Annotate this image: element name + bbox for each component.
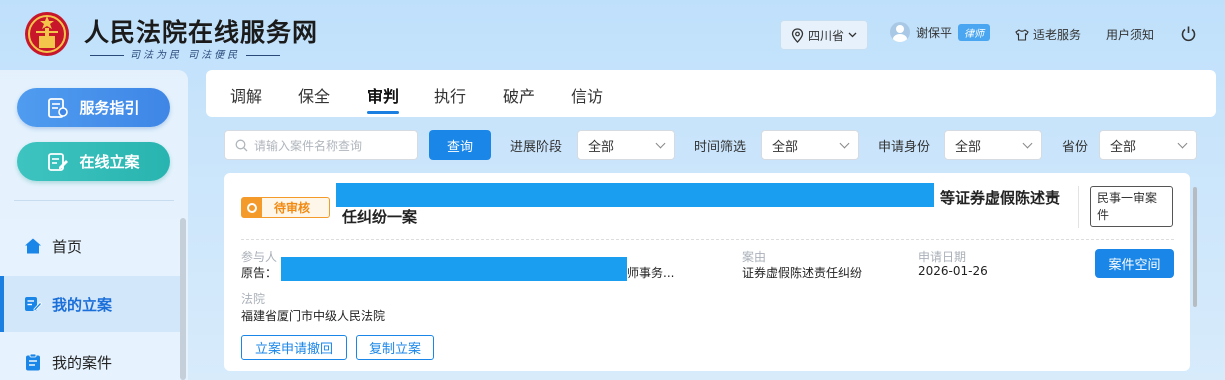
plaintiff-prefix: 原告：: [241, 266, 278, 280]
clipboard-icon: [26, 353, 40, 371]
sidebar-scrollbar[interactable]: [180, 218, 186, 380]
identity-filter-label: 申请身份: [878, 140, 931, 155]
case-space-button[interactable]: 案件空间: [1095, 249, 1174, 278]
edit-document-icon: [48, 152, 69, 171]
avatar: [890, 22, 910, 42]
date-value: 2026-01-26: [918, 264, 988, 278]
province-filter-select[interactable]: 全部: [1099, 130, 1197, 160]
redacted-plaintiff: [281, 257, 627, 281]
case-type-tag: 民事一审案件: [1090, 186, 1173, 227]
province-filter-label: 省份: [1062, 140, 1089, 155]
role-badge: 律师: [958, 23, 991, 41]
tab-trial[interactable]: 审判: [367, 83, 399, 107]
active-tab-indicator: [367, 111, 399, 114]
sidebar-item-home[interactable]: 首页: [0, 218, 180, 274]
sidebar: 服务指引 在线立案 首页 我的立案 我的案件: [0, 70, 188, 380]
online-filing-button[interactable]: 在线立案: [17, 142, 170, 181]
chevron-down-icon: [1177, 138, 1188, 149]
search-placeholder: 请输入案件名称查询: [254, 138, 363, 153]
sidebar-item-my-cases[interactable]: 我的案件: [0, 334, 180, 380]
withdraw-filing-button[interactable]: 立案申请撤回: [241, 335, 347, 360]
tab-bankruptcy[interactable]: 破产: [503, 83, 535, 107]
chevron-down-icon: [848, 32, 857, 38]
location-pin-icon: [791, 27, 804, 43]
progress-filter-label: 进展阶段: [510, 140, 563, 155]
power-icon[interactable]: [1180, 25, 1197, 42]
date-label: 申请日期: [918, 250, 967, 264]
time-filter-select[interactable]: 全部: [761, 130, 859, 160]
chevron-down-icon: [1022, 138, 1033, 149]
time-filter-label: 时间筛选: [694, 140, 747, 155]
cause-value: 证券虚假陈述责任纠纷: [742, 266, 863, 280]
top-header: 人民法院在线服务网 司法为民 司法便民 四川省 谢保平 律师 适老服务 用户须知: [0, 0, 1225, 68]
court-label: 法院: [241, 292, 266, 306]
pending-icon: [242, 198, 262, 217]
shirt-icon: [1015, 28, 1029, 41]
main-content: 调解 保全 审判 执行 破产 信访 请输入案件名称查询 查询 进展阶段 全部 时…: [206, 70, 1216, 380]
elder-service-link[interactable]: 适老服务: [1015, 26, 1081, 43]
status-badge: 待审核: [241, 197, 330, 218]
chevron-down-icon: [655, 138, 666, 149]
plaintiff-suffix: 师事务...: [627, 266, 675, 280]
court-value: 福建省厦门市中级人民法院: [241, 309, 386, 323]
dashed-divider: [241, 239, 1174, 240]
redacted-title: [336, 183, 934, 207]
progress-filter-select[interactable]: 全部: [577, 130, 675, 160]
court-emblem-icon: [25, 12, 69, 56]
search-icon: [235, 139, 248, 151]
tab-preservation[interactable]: 保全: [298, 83, 330, 107]
service-guide-button[interactable]: 服务指引: [17, 88, 170, 127]
copy-filing-button[interactable]: 复制立案: [356, 335, 434, 360]
tab-execution[interactable]: 执行: [434, 83, 466, 107]
sidebar-divider: [14, 200, 174, 201]
user-profile[interactable]: 谢保平 律师: [890, 22, 991, 42]
sidebar-item-my-filings[interactable]: 我的立案: [0, 276, 180, 332]
cause-label: 案由: [742, 250, 767, 264]
content-scrollbar[interactable]: [1193, 187, 1197, 307]
tab-petition[interactable]: 信访: [571, 83, 603, 107]
tab-mediation[interactable]: 调解: [230, 83, 262, 107]
search-button[interactable]: 查询: [429, 130, 491, 160]
region-selector[interactable]: 四川省: [780, 20, 868, 50]
identity-filter-select[interactable]: 全部: [944, 130, 1042, 160]
site-subtitle: 司法为民 司法便民: [84, 46, 286, 61]
edit-icon: [25, 297, 42, 311]
site-title: 人民法院在线服务网: [84, 18, 319, 47]
case-search-input[interactable]: 请输入案件名称查询: [224, 130, 418, 160]
case-title-suffix[interactable]: 等证券虚假陈述责: [940, 187, 1060, 208]
chevron-down-icon: [839, 138, 850, 149]
home-icon: [25, 238, 41, 254]
user-notice-link[interactable]: 用户须知: [1106, 26, 1154, 43]
case-title-line2[interactable]: 任纠纷一案: [342, 206, 417, 227]
user-name: 谢保平: [916, 25, 953, 40]
participants-label: 参与人: [241, 250, 278, 264]
tab-bar: 调解 保全 审判 执行 破产 信访: [206, 70, 1216, 117]
region-label: 四川省: [807, 28, 844, 43]
divider: [1078, 186, 1079, 228]
guide-icon: [48, 97, 69, 118]
case-card: 待审核 等证券虚假陈述责 任纠纷一案 民事一审案件 参与人 原告： 师事务...…: [224, 173, 1190, 371]
